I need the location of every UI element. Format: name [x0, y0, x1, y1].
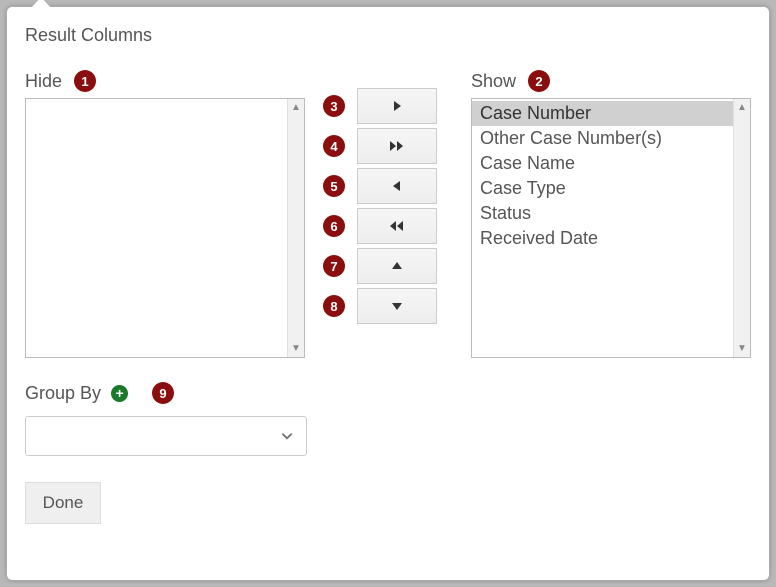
show-scrollbar[interactable]: ▲ ▼: [733, 99, 750, 357]
callout-9: 9: [152, 382, 174, 404]
move-up-button[interactable]: [357, 248, 437, 284]
show-listbox[interactable]: Case NumberOther Case Number(s)Case Name…: [471, 98, 751, 358]
show-column-block: Show 2 Case NumberOther Case Number(s)Ca…: [471, 70, 751, 358]
show-list-item[interactable]: Case Name: [472, 151, 733, 176]
move-right-icon: [392, 100, 402, 112]
move-up-icon: [391, 261, 403, 271]
move-down-icon: [391, 301, 403, 311]
show-label: Show: [471, 71, 516, 92]
hide-label: Hide: [25, 71, 62, 92]
callout-4: 4: [323, 135, 345, 157]
hide-listbox[interactable]: ▲ ▼: [25, 98, 305, 358]
move-left-icon: [392, 180, 402, 192]
show-header: Show 2: [471, 70, 751, 92]
scroll-up-icon: ▲: [737, 99, 747, 116]
mover-column: 3 4 5 6 7 8: [319, 70, 437, 328]
callout-7: 7: [323, 255, 345, 277]
callout-6: 6: [323, 215, 345, 237]
hide-header: Hide 1: [25, 70, 305, 92]
callout-5: 5: [323, 175, 345, 197]
move-right-button[interactable]: [357, 88, 437, 124]
scroll-up-icon: ▲: [291, 99, 301, 116]
mover-row: 6: [323, 208, 437, 244]
move-all-left-icon: [389, 220, 405, 232]
result-columns-panel: Result Columns Hide 1 ▲ ▼ 3 4 5 6 7 8 Show 2: [6, 6, 770, 581]
show-list-item[interactable]: Status: [472, 201, 733, 226]
callout-8: 8: [323, 295, 345, 317]
add-group-by-icon[interactable]: +: [111, 385, 128, 402]
scroll-down-icon: ▼: [737, 340, 747, 357]
done-button-label: Done: [43, 493, 84, 513]
panel-notch: [31, 0, 51, 8]
mover-row: 7: [323, 248, 437, 284]
mover-row: 3: [323, 88, 437, 124]
scroll-down-icon: ▼: [291, 340, 301, 357]
show-list-item[interactable]: Other Case Number(s): [472, 126, 733, 151]
group-by-label: Group By: [25, 383, 101, 404]
done-button[interactable]: Done: [25, 482, 101, 524]
move-all-right-button[interactable]: [357, 128, 437, 164]
mover-row: 4: [323, 128, 437, 164]
hide-column-block: Hide 1 ▲ ▼: [25, 70, 305, 358]
chevron-down-icon: [280, 429, 294, 443]
show-list-item[interactable]: Received Date: [472, 226, 733, 251]
move-left-button[interactable]: [357, 168, 437, 204]
show-list-item[interactable]: Case Number: [472, 101, 733, 126]
callout-3: 3: [323, 95, 345, 117]
callout-1: 1: [74, 70, 96, 92]
move-all-left-button[interactable]: [357, 208, 437, 244]
group-by-row: Group By + 9: [25, 382, 751, 404]
mover-row: 5: [323, 168, 437, 204]
show-list-item[interactable]: Case Type: [472, 176, 733, 201]
move-all-right-icon: [389, 140, 405, 152]
hide-scrollbar[interactable]: ▲ ▼: [287, 99, 304, 357]
columns-row: Hide 1 ▲ ▼ 3 4 5 6 7 8 Show 2 Case NumberOthe…: [25, 70, 751, 358]
group-by-select[interactable]: [25, 416, 307, 456]
mover-row: 8: [323, 288, 437, 324]
panel-title: Result Columns: [25, 25, 751, 46]
move-down-button[interactable]: [357, 288, 437, 324]
callout-2: 2: [528, 70, 550, 92]
